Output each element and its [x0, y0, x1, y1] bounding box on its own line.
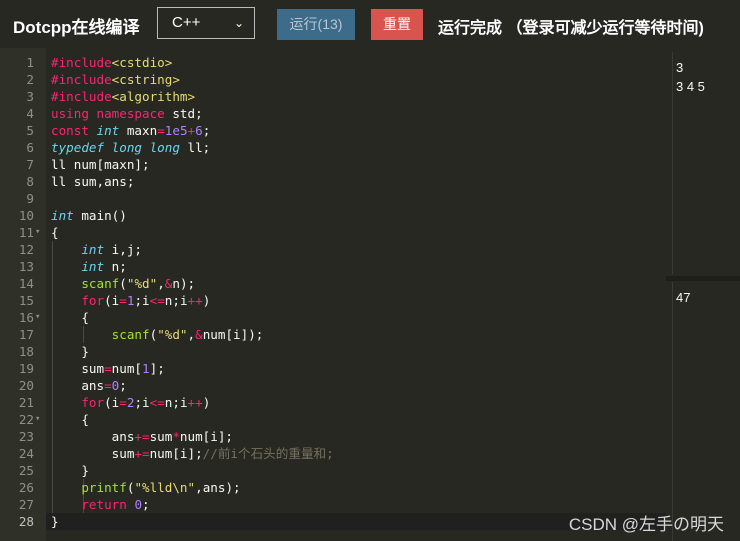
fold-triangle-icon[interactable]: ▾: [35, 224, 40, 241]
fold-triangle-icon[interactable]: ▾: [35, 411, 40, 428]
top-toolbar: Dotcpp在线编译 C++ ⌄ 运行(13) 重置 运行完成 （登录可减少运行…: [0, 0, 740, 48]
code-line: 15 for(i=1;i<=n;i++): [18, 293, 211, 308]
panel-divider[interactable]: [666, 276, 740, 281]
code-line: 3 #include<algorithm>: [26, 89, 196, 104]
chevron-down-icon: ⌄: [233, 16, 244, 30]
code-line: 1 #include<cstdio>: [26, 55, 173, 70]
code-line: 19 sum=num[1];: [18, 361, 165, 376]
run-status: 运行完成 （登录可减少运行等待时间): [438, 20, 704, 37]
language-value: C++: [172, 14, 201, 31]
run-button[interactable]: 运行(13): [277, 9, 355, 40]
code-line: 18 }: [18, 344, 89, 359]
code-line: 4 using namespace std;: [26, 106, 203, 121]
code-line: 14 scanf("%d",&n);: [18, 276, 196, 291]
code-line: 25 }: [18, 463, 89, 478]
input-line: 3: [676, 60, 684, 75]
input-line: 3 4 5: [676, 79, 705, 94]
code-editor[interactable]: 1 #include<cstdio> 2 #include<cstring> 3 #i…: [0, 48, 666, 541]
code-line: 21 for(i=2;i<=n;i++): [18, 395, 211, 410]
fold-triangle-icon[interactable]: ▾: [35, 309, 40, 326]
code-line: 20 ans=0;: [18, 378, 127, 393]
code-line: 10 int main(): [18, 208, 127, 223]
reset-button[interactable]: 重置: [371, 9, 423, 40]
io-panel: 3 3 4 5 47: [666, 48, 740, 541]
code-line: 11 ▾{: [18, 225, 59, 240]
code-text[interactable]: 1 #include<cstdio> 2 #include<cstring> 3 #i…: [18, 54, 666, 530]
code-line: 2 #include<cstring>: [26, 72, 180, 87]
output-result: 47: [676, 290, 691, 305]
language-select[interactable]: C++ ⌄: [157, 7, 255, 39]
code-line: 24 sum+=num[i];//前i个石头的重量和;: [18, 446, 334, 461]
code-line: 9: [26, 191, 34, 206]
code-line: 12 int i,j;: [18, 242, 143, 257]
code-line: 5 const int maxn=1e5+6;: [26, 123, 211, 138]
stdout-output: 47: [672, 282, 740, 541]
code-line: 7 ll num[maxn];: [26, 157, 150, 172]
code-line: 16 ▾ {: [18, 310, 89, 325]
code-line: 22 ▾ {: [18, 412, 89, 427]
code-line: 26 printf("%lld\n",ans);: [18, 480, 241, 495]
stdin-input[interactable]: 3 3 4 5: [672, 52, 740, 274]
code-line: 17 scanf("%d",&num[i]);: [18, 327, 264, 342]
code-line: 13 int n;: [18, 259, 127, 274]
code-line: 23 ans+=sum*num[i];: [18, 429, 233, 444]
brand-title: Dotcpp在线编译: [13, 18, 140, 37]
code-line: 8 ll sum,ans;: [26, 174, 135, 189]
code-line: 6 typedef long long ll;: [26, 140, 211, 155]
watermark: CSDN @左手の明天: [568, 515, 724, 534]
